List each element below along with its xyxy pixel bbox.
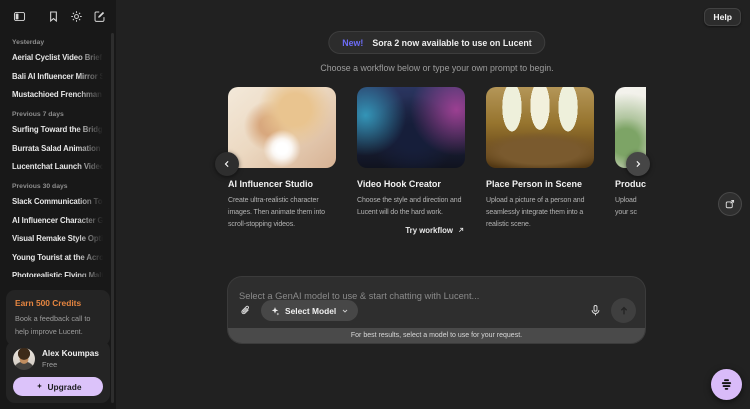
sidebar: Yesterday Aerial Cyclist Video Brief Bal… (0, 0, 116, 409)
history-section-label: Yesterday (12, 39, 106, 46)
bookmark-icon (47, 10, 60, 23)
history-item[interactable]: Young Tourist at the Acropoli (12, 253, 106, 262)
workflow-card-ai-influencer-studio[interactable]: AI Influencer Studio Create ultra-realis… (228, 87, 336, 235)
chevron-right-icon (633, 159, 643, 169)
announcement-text: Sora 2 now available to use on Lucent (372, 38, 531, 48)
arrow-up-icon (618, 305, 630, 317)
attach-file-button[interactable] (238, 304, 252, 318)
history-item[interactable]: Visual Remake Style Options (12, 234, 106, 243)
history-item[interactable]: Aerial Cyclist Video Brief (12, 53, 106, 62)
help-button[interactable]: Help (704, 8, 741, 26)
waveform-logo-icon (718, 376, 735, 393)
carousel-track: AI Influencer Studio Create ultra-realis… (228, 87, 646, 235)
earn-credits-title: Earn 500 Credits (15, 298, 101, 308)
user-plan-badge: Free (42, 360, 99, 369)
sidebar-scrollbar[interactable] (111, 33, 114, 403)
history-item[interactable]: AI Influencer Character Gene (12, 216, 106, 225)
sidebar-toggle-button[interactable] (12, 9, 26, 23)
history-item[interactable]: Slack Communication Tool La (12, 197, 106, 206)
carousel-next-button[interactable] (626, 152, 650, 176)
history-item[interactable]: Mustachioed Frenchman at Ti (12, 90, 106, 99)
announcement-banner[interactable]: New! Sora 2 now available to use on Luce… (328, 31, 545, 54)
content-column: New! Sora 2 now available to use on Luce… (228, 0, 646, 409)
chevron-down-icon (341, 307, 349, 315)
avatar (13, 348, 35, 370)
send-button[interactable] (611, 298, 636, 323)
page-subtitle: Choose a workflow below or type your own… (228, 63, 646, 73)
paperclip-icon (239, 304, 252, 317)
history-item[interactable]: Photorealistic Flying Maltese (12, 271, 106, 277)
sparkle-icon (35, 382, 44, 391)
composer-input-area: Select Model (228, 277, 645, 328)
main-area: Help New! Sora 2 now available to use on… (116, 0, 750, 409)
model-sparkle-icon (270, 306, 280, 316)
new-badge: New! (342, 38, 363, 48)
workflow-description: Upload a picture of a person and seamles… (486, 195, 594, 230)
earn-credits-body: Book a feedback call to help improve Luc… (15, 313, 101, 338)
history-item[interactable]: Burrata Salad Animation Requ (12, 144, 106, 153)
composer-hint: For best results, select a model to use … (228, 328, 645, 343)
new-chat-button[interactable] (92, 9, 106, 23)
earn-credits-card[interactable]: Earn 500 Credits Book a feedback call to… (6, 290, 110, 346)
composer-toolbar: Select Model (238, 298, 636, 323)
user-card[interactable]: Alex Koumpas Free Upgrade (6, 341, 110, 403)
popout-button[interactable] (718, 192, 742, 216)
voice-input-button[interactable] (588, 304, 602, 318)
workflow-image-influencer (228, 87, 336, 168)
workflow-card-place-person-in-scene[interactable]: Place Person in Scene Upload a picture o… (486, 87, 594, 235)
theme-toggle-button[interactable] (69, 9, 83, 23)
carousel-viewport: AI Influencer Studio Create ultra-realis… (228, 87, 646, 249)
support-chat-button[interactable] (711, 369, 742, 400)
arrow-up-right-icon (457, 226, 465, 234)
try-workflow-label: Try workflow (405, 226, 453, 235)
upgrade-button[interactable]: Upgrade (13, 377, 103, 396)
chat-history-list: Yesterday Aerial Cyclist Video Brief Bal… (0, 27, 116, 277)
workflow-title: AI Influencer Studio (228, 179, 336, 189)
history-item[interactable]: Surfing Toward the Bridge (12, 125, 106, 134)
sun-icon (70, 10, 83, 23)
select-model-dropdown[interactable]: Select Model (261, 300, 358, 321)
user-name: Alex Koumpas (42, 349, 99, 358)
workflow-title: Video Hook Creator (357, 179, 465, 189)
history-item[interactable]: Bali AI Influencer Mirror Selfie (12, 72, 106, 81)
history-item[interactable]: Lucentchat Launch Video Fra (12, 162, 106, 171)
chat-composer: Select Model For best results, select a … (228, 277, 645, 343)
chevron-left-icon (222, 159, 232, 169)
try-workflow-link[interactable]: Try workflow (357, 226, 465, 235)
history-section-label: Previous 7 days (12, 111, 106, 118)
workflow-title: Produc (615, 179, 646, 189)
external-link-icon (724, 198, 736, 210)
panel-toggle-icon (13, 10, 26, 23)
workflow-card-video-hook-creator[interactable]: Video Hook Creator Choose the style and … (357, 87, 465, 235)
microphone-icon (589, 304, 602, 317)
upgrade-label: Upgrade (48, 382, 82, 392)
workflow-image-video-hook (357, 87, 465, 168)
workflow-carousel: AI Influencer Studio Create ultra-realis… (228, 87, 646, 249)
carousel-prev-button[interactable] (215, 152, 239, 176)
compose-icon (93, 10, 106, 23)
workflow-title: Place Person in Scene (486, 179, 594, 189)
workflow-description: Create ultra-realistic character images.… (228, 195, 336, 230)
workflow-description: Choose the style and direction and Lucen… (357, 195, 465, 219)
history-section-label: Previous 30 days (12, 183, 106, 190)
bookmarks-button[interactable] (46, 9, 60, 23)
workflow-description: Upload your sc (615, 195, 646, 219)
workflow-image-scene (486, 87, 594, 168)
sidebar-header (0, 0, 116, 27)
select-model-label: Select Model (285, 306, 336, 316)
